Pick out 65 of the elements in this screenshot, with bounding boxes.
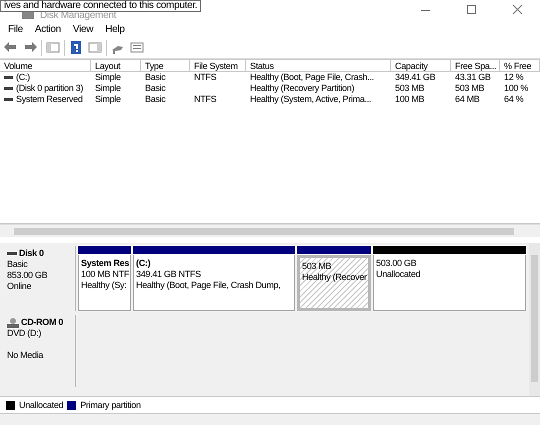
disk-info: DVD (D:) <box>7 328 42 339</box>
column-header[interactable]: Volume <box>0 59 91 72</box>
partition-info: 349.41 GB NTFS <box>136 269 202 280</box>
table-cell: 43.31 GB <box>455 72 491 82</box>
table-cell: Healthy (System, Active, Prima... <box>250 94 372 104</box>
table-cell: Basic <box>145 83 166 93</box>
table-cell: (C:) <box>16 72 30 83</box>
partition-block[interactable]: 503.00 GB Unallocated <box>373 255 526 311</box>
disk-info: 853.00 GB <box>7 270 48 281</box>
table-cell: 100 % <box>504 83 528 93</box>
table-cell: Simple <box>95 72 121 82</box>
table-cell: Simple <box>95 94 121 104</box>
table-cell: 503 MB <box>395 83 424 93</box>
close-icon[interactable] <box>512 4 522 14</box>
table-cell: Basic <box>145 72 166 82</box>
table-cell: NTFS <box>194 94 216 104</box>
table-cell: System Reserved <box>16 94 83 105</box>
disk-info: Basic <box>7 259 29 270</box>
table-cell: NTFS <box>194 72 216 82</box>
disk-name: CD-ROM 0 <box>21 317 64 328</box>
partition-block[interactable]: (C:) 349.41 GB NTFS Healthy (Boot, Page File, Crash Dump, <box>133 255 295 311</box>
table-cell: 100 MB <box>395 94 424 104</box>
disk-info: No Media <box>7 350 44 361</box>
partition-info: Healthy (Recover <box>302 272 366 283</box>
column-header[interactable]: Free Spa... <box>451 59 500 72</box>
table-cell: 12 % <box>504 72 524 82</box>
maximize-icon[interactable] <box>466 4 476 14</box>
menu-item[interactable]: Help <box>99 24 131 35</box>
partition-info: 503 MB <box>302 261 332 272</box>
table-cell: Simple <box>95 83 121 93</box>
disk-info: Online <box>7 281 32 292</box>
partition-info: Healthy (Sy: <box>81 280 128 291</box>
column-header[interactable]: Capacity <box>391 59 451 72</box>
horizontal-scrollbar[interactable] <box>0 224 540 237</box>
partition-info: 100 MB NTF <box>81 269 128 280</box>
column-header[interactable]: Status <box>246 59 391 72</box>
legend-label: Primary partition <box>80 400 141 410</box>
table-cell: Healthy (Boot, Page File, Crash... <box>250 72 374 82</box>
partition-info: Healthy (Boot, Page File, Crash Dump, <box>136 280 282 291</box>
table-cell: (Disk 0 partition 3) <box>16 83 84 94</box>
partition-name: System Res <box>81 258 128 269</box>
table-cell: 64 MB <box>455 94 480 104</box>
partition-info: 503.00 GB <box>376 258 418 269</box>
menu-item[interactable]: View <box>66 24 100 35</box>
partition-name: (C:) <box>136 258 152 269</box>
table-cell: 64 % <box>504 94 524 104</box>
cd-drive-icon <box>7 318 19 328</box>
partition-block[interactable]: 503 MB Healthy (Recover <box>297 255 371 311</box>
menu-item[interactable]: File <box>2 24 29 35</box>
partition-block[interactable]: System Res 100 MB NTF Healthy (Sy: <box>78 255 131 311</box>
column-header[interactable]: Layout <box>91 59 141 72</box>
column-header[interactable]: % Free <box>500 59 540 72</box>
disk-name: Disk 0 <box>19 248 44 259</box>
column-header[interactable]: Type <box>141 59 190 72</box>
tooltip: ives and hardware connected to this computer. <box>0 0 202 12</box>
table-cell: Basic <box>145 94 166 104</box>
partition-info: Unallocated <box>376 269 422 280</box>
legend-label: Unallocated <box>19 400 64 410</box>
column-header[interactable]: File System <box>190 59 246 72</box>
table-cell: Healthy (Recovery Partition) <box>250 83 354 93</box>
menu-item[interactable]: Action <box>28 24 67 35</box>
help-icon[interactable] <box>68 40 84 56</box>
table-cell: 349.41 GB <box>395 72 436 82</box>
table-cell: 503 MB <box>455 83 484 93</box>
vertical-scrollbar[interactable] <box>529 243 540 396</box>
